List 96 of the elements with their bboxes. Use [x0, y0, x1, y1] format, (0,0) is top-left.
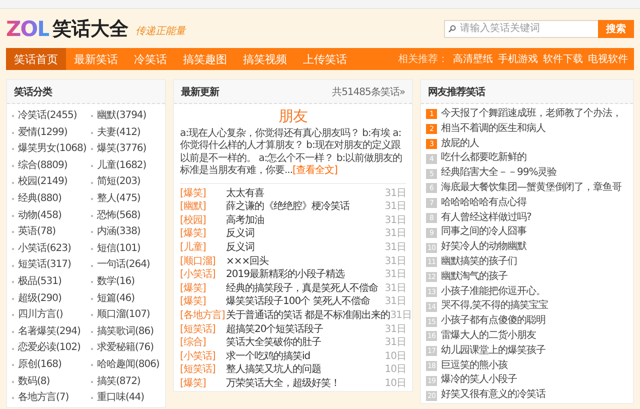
joke-title-link[interactable]: 好笑冷人的动物幽默 — [441, 240, 526, 255]
date-label: 31日 — [384, 214, 406, 228]
date-label: 10日 — [384, 376, 406, 391]
joke-title-link[interactable]: 爆笑笑话段子100个 笑死人不偿命 — [226, 295, 385, 309]
category-link[interactable]: 经典(880) — [18, 190, 62, 208]
joke-title-link[interactable]: 笑话大全笑破你的肚子 — [226, 336, 385, 350]
category-link[interactable]: 校园(2149) — [18, 174, 68, 191]
category-link[interactable]: 极品(531) — [18, 274, 62, 291]
category-link[interactable]: 一句话(264) — [96, 257, 150, 274]
joke-title-link[interactable]: 反义词 — [226, 227, 385, 241]
joke-title-link[interactable]: 超搞笑20个短笑话段子 — [226, 322, 385, 336]
joke-title-link[interactable]: 好笑又很有意义的冷笑话 — [441, 388, 546, 403]
category-link[interactable]: 原创(168) — [18, 356, 62, 374]
joke-title-link[interactable]: 太太有喜 — [226, 186, 385, 200]
category-link[interactable]: 哈哈趣闻(806) — [96, 356, 160, 374]
category-link[interactable]: 短篇(46) — [96, 290, 134, 308]
joke-title-link[interactable]: 万荣笑话大全，超级好笑！ — [226, 376, 385, 391]
joke-title-link[interactable]: 相当不着调的医生和病人 — [441, 122, 546, 137]
category-link[interactable]: 数学(16) — [96, 274, 134, 291]
date-label: 31日 — [384, 254, 406, 268]
date-label: 31日 — [384, 282, 406, 296]
category-link[interactable]: 重口味(44) — [96, 390, 144, 407]
category-link[interactable]: 儿童(1682) — [96, 158, 146, 174]
panel-title: 最新更新 — [181, 85, 219, 98]
search-field[interactable]: 请输入笑话关键词 — [444, 20, 598, 38]
site-title: 笑话大全 — [52, 16, 128, 42]
category-link[interactable]: 内涵(338) — [96, 224, 140, 241]
joke-title-link[interactable]: 2019最新精彩的小段子精选 — [226, 268, 385, 282]
category-link[interactable]: 恐怖(568) — [96, 208, 140, 224]
date-label: 31日 — [384, 186, 406, 200]
slogan: 传递正能量 — [135, 24, 186, 38]
category-link[interactable]: 数码(8) — [18, 374, 50, 390]
joke-title-link[interactable]: ×××回头 — [226, 254, 385, 268]
category-link[interactable]: 动物(458) — [18, 208, 62, 224]
category-link[interactable]: 各地方言(7) — [18, 390, 69, 407]
date-label: 31日 — [384, 268, 406, 282]
joke-title-link[interactable]: 有人曾经这样做过吗? — [441, 210, 532, 226]
category-link[interactable]: 爆笑(3776) — [96, 141, 146, 158]
category-link[interactable]: 求爱秘籍(76) — [96, 340, 154, 357]
date-label: 31日 — [384, 336, 406, 350]
date-label: 31日 — [384, 200, 406, 214]
category-link[interactable]: 搞笑(872) — [96, 374, 140, 390]
category-link[interactable]: 爆笑男女(1068) — [18, 141, 86, 158]
category-link[interactable]: 名著爆笑(294) — [18, 324, 80, 340]
joke-title-link[interactable]: 薛之谦的《绝绝腔》梗冷笑话 — [226, 200, 385, 214]
nav-tab[interactable]: 笑话首页 — [6, 48, 66, 70]
date-label: 31日 — [390, 308, 412, 323]
joke-title-link[interactable]: 海底最大餐饮集团—蟹黄堡倒闭了，章鱼哥 — [441, 180, 622, 196]
category-link[interactable]: 搞笑歌词(86) — [96, 324, 154, 340]
featured-excerpt: a:现在人心复杂，你觉得还有真心朋友吗？ b:有埃 a:你觉得什么样的人才算朋友？ b:现在对朋友的定义跟以前是不一样的。 a:怎么个不一样？ b:以前做朋友的标准是当朋友有难，你要...[查看全文] — [180, 128, 406, 184]
joke-title-link[interactable]: 小孩子都有点傻傻的聪明 — [441, 314, 546, 329]
category-link[interactable]: 幽默(3794) — [96, 108, 146, 125]
joke-title-link[interactable]: 求一个吃鸡的搞笑id — [226, 350, 385, 364]
category-link[interactable]: 简短(203) — [96, 174, 140, 191]
date-label: 10日 — [384, 350, 406, 364]
category-link[interactable]: 恋爱必读(102) — [18, 340, 80, 357]
category-link[interactable]: 小笑话(623) — [18, 240, 71, 258]
joke-title-link[interactable]: 爆冷的笑人小段子 — [441, 373, 517, 388]
panel-title: 网友推荐笑话 — [428, 86, 485, 98]
category-link[interactable]: 冷笑话(2455) — [18, 108, 77, 125]
joke-title-link[interactable]: 雷爆大人的二货小朋友 — [441, 328, 536, 344]
category-link[interactable]: 顺口溜(107) — [96, 307, 150, 324]
joke-title-link[interactable]: 同事之间的冷人囧事 — [441, 225, 526, 240]
category-link[interactable]: 综合(8809) — [18, 158, 68, 174]
joke-title-link[interactable]: 小孩子准能把你逗开心。 — [441, 284, 546, 300]
date-label: 31日 — [384, 241, 406, 255]
category-link[interactable]: 整人(475) — [96, 190, 140, 208]
joke-title-link[interactable]: 经典的搞笑段子，真是笑死人不偿命 — [226, 282, 385, 296]
joke-title-link[interactable]: 放屁的人 — [441, 136, 479, 152]
category-link[interactable]: 短信(101) — [96, 240, 140, 258]
joke-title-link[interactable]: 整人搞笑又坑人的问题 — [226, 363, 385, 377]
joke-title-link[interactable]: 高考加油 — [226, 214, 385, 228]
joke-title-link[interactable]: 巨逗笑的熊小孩 — [441, 358, 508, 374]
category-link[interactable]: 爱情(1299) — [18, 124, 68, 142]
category-link[interactable]: 短笑话(317) — [18, 257, 71, 274]
total-count-link[interactable]: 共51485条笑话» — [332, 84, 405, 98]
category-link[interactable]: 四川方言() — [18, 307, 63, 324]
date-label: 31日 — [384, 295, 406, 309]
related-label: 相关推荐： — [398, 52, 448, 66]
category-link[interactable]: 夫妻(412) — [96, 124, 140, 142]
joke-title-link[interactable]: 哈哈哈哈哈有点心得 — [441, 196, 526, 211]
category-link[interactable]: 英语(78) — [18, 224, 56, 241]
category-link[interactable]: 超级(290) — [18, 290, 62, 308]
joke-title-link[interactable]: 幽默搞笑的孩子们 — [441, 254, 517, 270]
date-label: 31日 — [384, 322, 406, 336]
joke-title-link[interactable]: 哭不得,笑不得的搞笑宝宝 — [441, 299, 548, 314]
joke-title-link[interactable]: 幽默淘气的孩子 — [441, 270, 508, 285]
joke-title-link[interactable]: 吃什么都要吃新鲜的 — [441, 151, 526, 166]
date-label: 31日 — [384, 227, 406, 241]
joke-title-link[interactable]: 反义词 — [226, 241, 385, 255]
date-label: 10日 — [384, 363, 406, 377]
joke-title-link[interactable]: 今天报了个舞蹈速成班，老师教了个办法， — [441, 107, 622, 122]
joke-title-link[interactable]: 经典陷害大全－－99%灵验 — [441, 166, 557, 181]
panel-title: 笑话分类 — [14, 86, 52, 98]
joke-title-link[interactable]: 关于普通话的笑话 都是不标准闹出来的 — [226, 308, 390, 323]
joke-title-link[interactable]: 幼儿园课堂上的爆笑孩子 — [441, 344, 546, 359]
